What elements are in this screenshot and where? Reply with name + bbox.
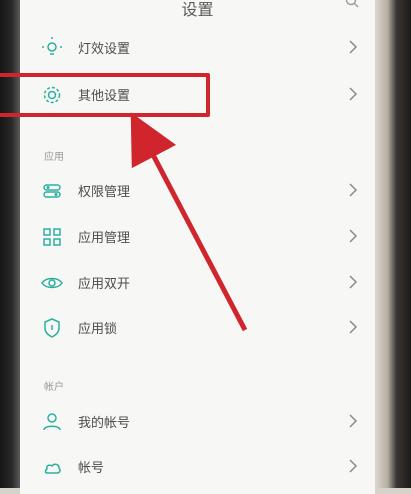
- chevron-right-icon: [349, 459, 358, 473]
- grid-icon: [43, 228, 61, 246]
- shield-icon: [44, 318, 60, 338]
- settings-row-label: 灯效设置: [78, 42, 131, 57]
- chevron-right-icon: [349, 229, 358, 243]
- chevron-right-icon: [349, 40, 358, 54]
- settings-row-label: 应用管理: [78, 231, 131, 246]
- settings-row-app-clone[interactable]: 应用双开: [20, 261, 375, 305]
- settings-row-my-account[interactable]: 我的帐号: [20, 400, 375, 444]
- person-icon: [43, 413, 61, 431]
- chevron-right-icon: [349, 87, 358, 101]
- bulb-icon: [42, 37, 62, 55]
- top-bar: 设置: [20, 0, 375, 24]
- section-header-apps: 应用: [44, 152, 64, 163]
- settings-row-label: 我的帐号: [78, 416, 131, 431]
- chevron-right-icon: [349, 320, 358, 334]
- chevron-right-icon: [349, 414, 358, 428]
- settings-row-account[interactable]: 帐号: [20, 445, 375, 489]
- settings-row-light-effects[interactable]: 灯效设置: [20, 26, 375, 70]
- settings-row-app-lock[interactable]: 应用锁: [20, 306, 375, 350]
- toggle-icon: [43, 184, 61, 198]
- page-title: 设置: [181, 0, 214, 19]
- cloud-icon: [44, 463, 61, 474]
- highlight-box: [0, 73, 210, 117]
- chevron-right-icon: [349, 275, 358, 289]
- settings-row-permissions[interactable]: 权限管理: [20, 169, 375, 213]
- settings-row-app-management[interactable]: 应用管理: [20, 215, 375, 259]
- chevron-right-icon: [349, 183, 358, 197]
- eye-icon: [41, 277, 63, 289]
- search-icon[interactable]: [345, 0, 359, 8]
- settings-row-label: 应用双开: [78, 277, 131, 292]
- section-header-account: 帐户: [44, 382, 64, 393]
- phone-frame-right: [375, 0, 411, 494]
- settings-row-label: 权限管理: [78, 185, 131, 200]
- settings-row-label: 帐号: [78, 461, 105, 476]
- settings-row-label: 应用锁: [78, 322, 118, 337]
